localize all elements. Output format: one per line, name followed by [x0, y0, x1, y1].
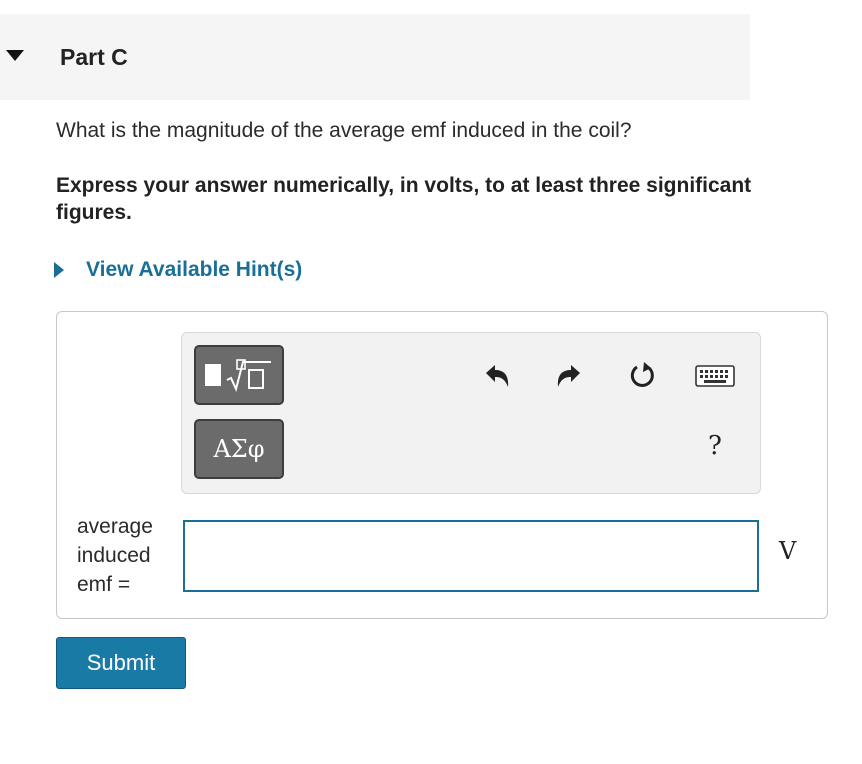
answer-label: average induced emf =: [77, 515, 153, 596]
part-header: Part C: [0, 14, 750, 100]
answer-instruction: Express your answer numerically, in volt…: [56, 174, 752, 224]
help-button[interactable]: ?: [698, 429, 732, 463]
templates-button[interactable]: [194, 345, 284, 405]
view-hints-link[interactable]: View Available Hint(s): [54, 258, 302, 282]
answer-input[interactable]: [183, 520, 759, 592]
reset-icon[interactable]: [626, 359, 660, 393]
collapse-caret-icon[interactable]: [6, 50, 24, 61]
math-toolbar: ΑΣφ ?: [181, 332, 761, 494]
view-hints-label: View Available Hint(s): [86, 258, 303, 281]
unit-label: V: [779, 537, 797, 565]
question-text: What is the magnitude of the average emf…: [56, 119, 632, 142]
undo-icon[interactable]: [480, 359, 514, 393]
templates-icon: [205, 358, 273, 392]
redo-icon[interactable]: [552, 359, 586, 393]
part-title: Part C: [60, 44, 128, 70]
page: Part C What is the magnitude of the aver…: [0, 0, 862, 764]
answer-box: ΑΣφ ? average induced emf = V: [56, 311, 828, 619]
submit-button[interactable]: Submit: [56, 637, 186, 689]
keyboard-icon[interactable]: [694, 359, 736, 393]
caret-right-icon: [54, 262, 64, 278]
greek-symbols-button[interactable]: ΑΣφ: [194, 419, 284, 479]
